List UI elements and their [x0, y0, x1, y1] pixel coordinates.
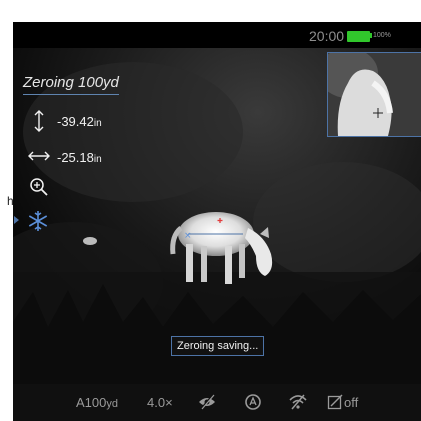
pip-zoom-window: [327, 52, 421, 137]
status-bar: 20:00 100%: [13, 22, 421, 48]
zeroing-saving-toast: Zeroing saving...: [171, 336, 265, 356]
selection-arrow-icon: [14, 216, 19, 224]
vertical-offset-readout: -39.42in: [57, 114, 102, 129]
zeroing-title: Zeroing 100yd: [23, 74, 119, 95]
pip-state: off: [344, 395, 359, 410]
horizontal-offset-readout: -25.18in: [57, 150, 102, 165]
horizontal-offset-unit: in: [93, 154, 102, 165]
snowflake-icon[interactable]: [27, 210, 49, 232]
mode-circle-icon: [245, 394, 261, 410]
thermal-viewfinder-screen: × 20:00 100% Zeroing 100yd -39.42in -25.…: [13, 22, 421, 421]
battery-icon: [347, 31, 370, 42]
zoom-level: 4.0×: [147, 395, 173, 410]
vertical-offset-value: -39.42: [57, 114, 94, 129]
pip-scene: [328, 53, 421, 136]
battery-tip: [370, 33, 372, 38]
vertical-offset-unit: in: [93, 118, 102, 129]
profile-label: A100: [76, 395, 107, 410]
zoom-in-icon[interactable]: [29, 177, 49, 197]
horizontal-arrows-icon: [28, 151, 50, 161]
bottom-status-bar: A100yd 4.0× off: [13, 384, 421, 421]
battery-percent: 100%: [373, 32, 391, 39]
clock-time: 20:00: [309, 28, 345, 44]
svg-text:×: ×: [184, 231, 192, 241]
wifi-off-icon: [289, 394, 307, 410]
vertical-arrows-icon: [34, 110, 44, 132]
pip-edit-icon: [327, 394, 343, 410]
hidden-eye-icon: [199, 394, 215, 410]
profile-distance: A100yd: [76, 395, 118, 410]
horizontal-offset-value: -25.18: [57, 150, 94, 165]
profile-unit: yd: [106, 398, 118, 410]
